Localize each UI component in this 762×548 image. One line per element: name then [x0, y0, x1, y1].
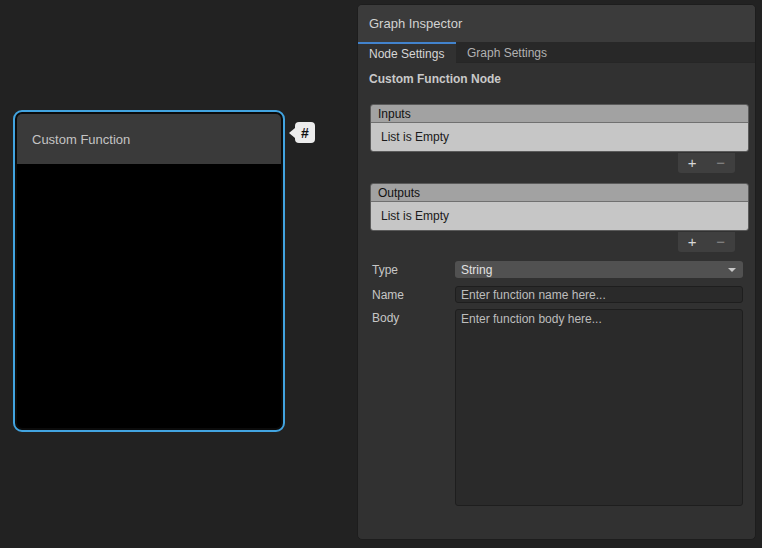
- type-label: Type: [372, 263, 398, 277]
- hash-icon: #: [301, 125, 309, 141]
- outputs-list: Outputs List is Empty: [370, 183, 749, 231]
- outputs-remove-button[interactable]: −: [716, 235, 725, 249]
- type-dropdown[interactable]: String: [455, 261, 743, 278]
- chevron-down-icon: [728, 268, 736, 272]
- node-body: [17, 164, 281, 428]
- inspector-tab-bar: Node Settings Graph Settings: [358, 42, 755, 63]
- inputs-list: Inputs List is Empty: [370, 104, 749, 152]
- function-name-input[interactable]: [455, 286, 743, 303]
- node-title: Custom Function: [32, 132, 130, 147]
- inputs-remove-button[interactable]: −: [716, 156, 725, 170]
- graph-inspector-panel: Graph Inspector Node Settings Graph Sett…: [357, 4, 756, 540]
- inputs-list-header[interactable]: Inputs: [371, 105, 748, 123]
- outputs-empty-row: List is Empty: [371, 202, 748, 230]
- panel-title: Graph Inspector: [369, 16, 462, 31]
- name-row: Name: [372, 286, 743, 304]
- type-row: Type String: [372, 261, 743, 279]
- outputs-list-header[interactable]: Outputs: [371, 184, 748, 202]
- function-body-input[interactable]: [455, 309, 743, 506]
- panel-title-bar[interactable]: Graph Inspector: [358, 5, 755, 42]
- body-label: Body: [372, 311, 399, 325]
- outputs-add-button[interactable]: +: [688, 235, 697, 249]
- node-type-heading: Custom Function Node: [369, 72, 501, 86]
- inputs-add-button[interactable]: +: [688, 156, 697, 170]
- tab-node-settings[interactable]: Node Settings: [358, 42, 456, 63]
- node-docs-badge[interactable]: #: [295, 122, 315, 143]
- tab-graph-settings[interactable]: Graph Settings: [456, 42, 558, 63]
- name-label: Name: [372, 288, 404, 302]
- outputs-list-footer: + −: [678, 232, 735, 252]
- node-title-bar[interactable]: Custom Function: [17, 114, 281, 164]
- badge-tail-icon: [289, 128, 295, 138]
- custom-function-node[interactable]: Custom Function: [13, 110, 285, 432]
- inputs-empty-row: List is Empty: [371, 123, 748, 151]
- inputs-list-footer: + −: [678, 153, 735, 173]
